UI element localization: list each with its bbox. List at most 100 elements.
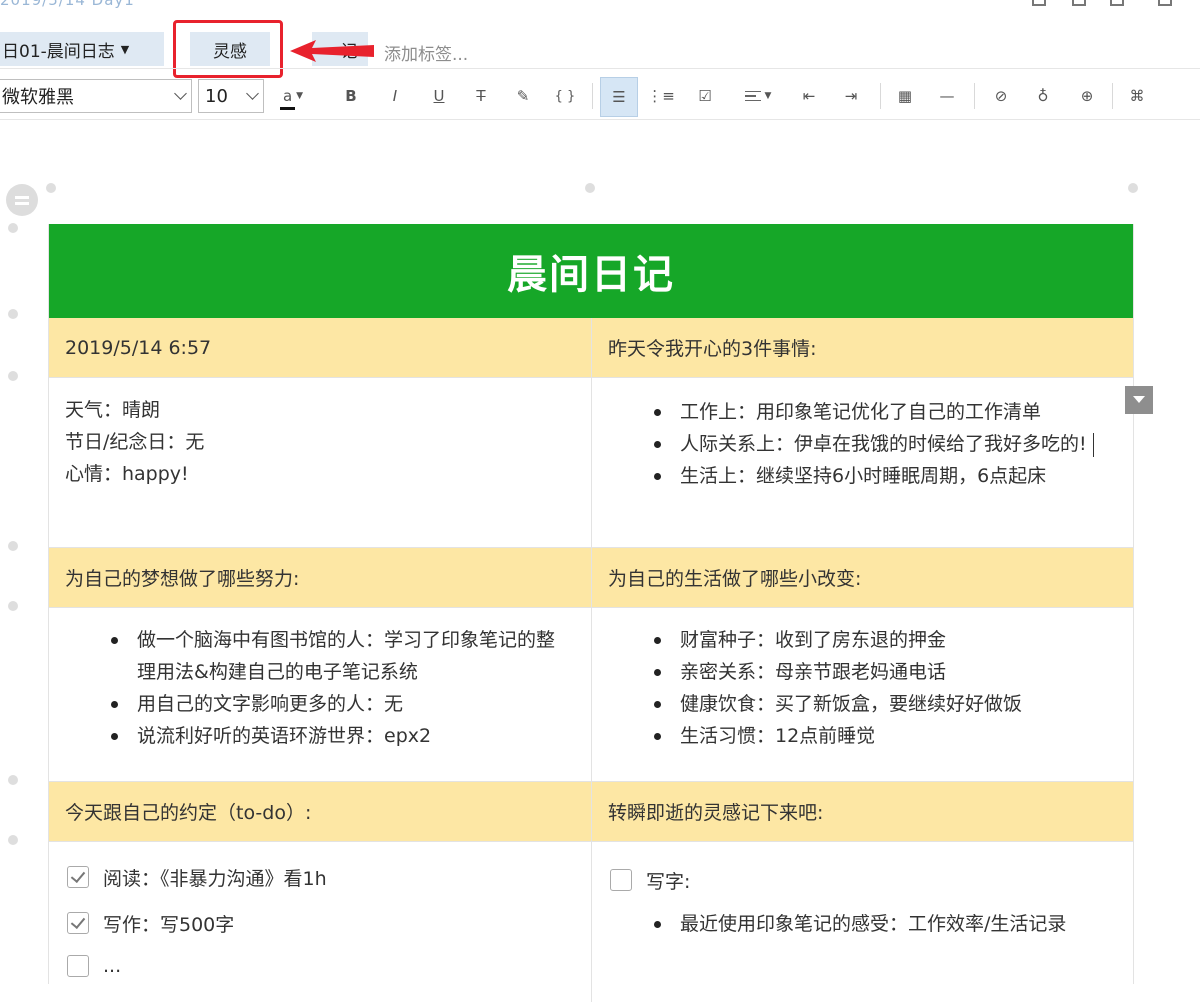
- inspiration-cell[interactable]: 写字: 最近使用印象笔记的感受：工作效率/生活记录: [591, 842, 1133, 1002]
- table-row: 今天跟自己的约定（to-do）: 转瞬即逝的灵感记下来吧:: [49, 782, 1133, 842]
- indent-button[interactable]: ⇥: [834, 79, 868, 113]
- weather-cell[interactable]: 天气：晴朗 节日/纪念日：无 心情：happy!: [49, 378, 591, 547]
- todo-label: ...: [103, 955, 122, 977]
- outdent-button[interactable]: ⇤: [792, 79, 826, 113]
- inspiration-list: 最近使用印象笔记的感受：工作效率/生活记录: [592, 908, 1133, 940]
- more-tools-button[interactable]: ⌘: [1120, 79, 1154, 113]
- life-changes-cell[interactable]: 财富种子：收到了房东退的押金 亲密关系：母亲节跟老妈通电话 健康饮食：买了新饭盒…: [591, 608, 1133, 781]
- dream-efforts-list: 做一个脑海中有图书馆的人：学习了印象笔记的整理用法&构建自己的电子笔记系统 用自…: [49, 624, 591, 752]
- more-icon: ⌘: [1129, 87, 1145, 105]
- todo-checkbox[interactable]: [67, 866, 89, 888]
- list-item-text: 人际关系上：伊卓在我饿的时候给了我好多吃的!: [680, 433, 1087, 455]
- notebook-selector[interactable]: 日01-晨间日志 ▼: [0, 32, 164, 66]
- inspiration-label: 写字:: [646, 870, 691, 893]
- happy-things-header-cell[interactable]: 昨天令我开心的3件事情:: [591, 318, 1133, 377]
- todo-header-cell[interactable]: 今天跟自己的约定（to-do）:: [49, 782, 591, 841]
- chevron-down-icon: [174, 87, 187, 100]
- numbered-list-button[interactable]: ⋮≡: [644, 79, 678, 113]
- toolbar-divider: [880, 83, 881, 109]
- todo-cell[interactable]: 阅读：《非暴力沟通》看1h 写作：写500字 ...: [49, 842, 591, 1002]
- window-top-strip: 2019/5/14 Day1: [0, 0, 1200, 10]
- todo-item: ...: [49, 946, 591, 986]
- cell-menu-dropdown-icon[interactable]: [1125, 386, 1153, 414]
- list-item: 工作上：用印象笔记优化了自己的工作清单: [592, 396, 1133, 428]
- font-family-select[interactable]: 微软雅黑: [0, 79, 192, 113]
- row-handle-dot[interactable]: [8, 835, 18, 845]
- highlighter-icon: ✎: [516, 87, 530, 105]
- share-icon[interactable]: [1032, 0, 1046, 6]
- table-button[interactable]: ▦: [888, 79, 922, 113]
- journal-title[interactable]: 晨间日记: [49, 224, 1133, 318]
- reminder-icon[interactable]: [1072, 0, 1086, 6]
- life-changes-header-cell[interactable]: 为自己的生活做了哪些小改变:: [591, 548, 1133, 607]
- row-handle-dot[interactable]: [8, 541, 18, 551]
- dream-efforts-header-cell[interactable]: 为自己的梦想做了哪些努力:: [49, 548, 591, 607]
- datetime-cell[interactable]: 2019/5/14 6:57: [49, 318, 591, 377]
- text-color-icon: a: [279, 87, 296, 110]
- happy-things-cell[interactable]: 工作上：用印象笔记优化了自己的工作清单 人际关系上：伊卓在我饿的时候给了我好多吃…: [591, 378, 1153, 547]
- dream-efforts-cell[interactable]: 做一个脑海中有图书馆的人：学习了印象笔记的整理用法&构建自己的电子笔记系统 用自…: [49, 608, 591, 781]
- highlighter-button[interactable]: ✎: [506, 79, 540, 113]
- column-handle-dot[interactable]: [585, 183, 595, 193]
- row-handle-dot[interactable]: [8, 601, 18, 611]
- list-item: 用自己的文字影响更多的人：无: [49, 688, 591, 720]
- checkbox-icon: ☑: [698, 87, 712, 105]
- link-button[interactable]: ⊕: [1070, 79, 1104, 113]
- chevron-down-icon: [246, 87, 259, 100]
- indent-icon: ⇥: [844, 87, 858, 105]
- info-icon[interactable]: [1110, 0, 1124, 6]
- row-handle-dot[interactable]: [8, 371, 18, 381]
- bulleted-list-button[interactable]: ☰: [600, 77, 638, 117]
- attachment-button[interactable]: ⊘: [984, 79, 1018, 113]
- numbered-list-icon: ⋮≡: [647, 87, 675, 105]
- add-tag-input[interactable]: 添加标签...: [384, 40, 468, 65]
- table-row: 天气：晴朗 节日/纪念日：无 心情：happy! 工作上：用印象笔记优化了自己的…: [49, 378, 1153, 548]
- list-item: 说流利好听的英语环游世界：epx2: [49, 720, 591, 752]
- checklist-button[interactable]: ☑: [688, 79, 722, 113]
- table-handle-icon[interactable]: [6, 184, 38, 216]
- text-color-button[interactable]: a ▼: [276, 79, 310, 113]
- todo-label: 写作：写500字: [103, 913, 235, 936]
- toolbar-divider: [974, 83, 975, 109]
- table-row: 2019/5/14 6:57 昨天令我开心的3件事情:: [49, 318, 1133, 378]
- list-item: 人际关系上：伊卓在我饿的时候给了我好多吃的!: [592, 428, 1133, 460]
- align-button[interactable]: ▼: [736, 79, 780, 113]
- audio-button[interactable]: ♁: [1026, 79, 1060, 113]
- code-button[interactable]: { }: [548, 79, 582, 113]
- todo-checkbox[interactable]: [67, 912, 89, 934]
- inspiration-header-cell[interactable]: 转瞬即逝的灵感记下来吧:: [591, 782, 1133, 841]
- font-family-value: 微软雅黑: [2, 87, 74, 108]
- journal-table: 晨间日记 2019/5/14 6:57 昨天令我开心的3件事情: 天气：晴朗 节…: [48, 224, 1153, 1002]
- todo-checkbox[interactable]: [67, 955, 89, 977]
- toolbar-divider: [592, 83, 593, 109]
- link-icon: ⊕: [1080, 87, 1094, 105]
- note-header: 日01-晨间日志 ▼ 灵感 记 添加标签...: [0, 10, 1200, 78]
- todo-label: 阅读：《非暴力沟通》看1h: [103, 867, 327, 890]
- font-size-select[interactable]: 10: [198, 79, 264, 113]
- paperclip-icon: ⊘: [994, 87, 1008, 105]
- bulleted-list-icon: ☰: [612, 88, 626, 106]
- outdent-icon: ⇤: [802, 87, 816, 105]
- list-item: 生活习惯：12点前睡觉: [592, 720, 1133, 752]
- strikethrough-button[interactable]: T: [464, 79, 498, 113]
- caret-down-icon: ▼: [296, 91, 304, 101]
- italic-button[interactable]: I: [378, 79, 412, 113]
- row-handle-dot[interactable]: [8, 309, 18, 319]
- more-icon[interactable]: [1158, 0, 1172, 6]
- bold-button[interactable]: B: [334, 79, 368, 113]
- column-handle-dot[interactable]: [46, 183, 56, 193]
- underline-button[interactable]: U: [422, 79, 456, 113]
- microphone-icon: ♁: [1037, 87, 1049, 105]
- list-item: 亲密关系：母亲节跟老妈通电话: [592, 656, 1133, 688]
- horizontal-rule-button[interactable]: —: [930, 79, 964, 113]
- inspiration-checkbox[interactable]: [610, 869, 632, 891]
- row-handle-dot[interactable]: [8, 775, 18, 785]
- toolbar-divider: [1112, 83, 1113, 109]
- row-handle-dot[interactable]: [8, 223, 18, 233]
- column-handle-dot[interactable]: [1128, 183, 1138, 193]
- list-item: 做一个脑海中有图书馆的人：学习了印象笔记的整理用法&构建自己的电子笔记系统: [49, 624, 591, 688]
- horizontal-rule-icon: —: [939, 87, 955, 105]
- font-size-value: 10: [205, 85, 228, 107]
- caret-down-icon: ▼: [764, 91, 772, 101]
- list-item: 健康饮食：买了新饭盒，要继续好好做饭: [592, 688, 1133, 720]
